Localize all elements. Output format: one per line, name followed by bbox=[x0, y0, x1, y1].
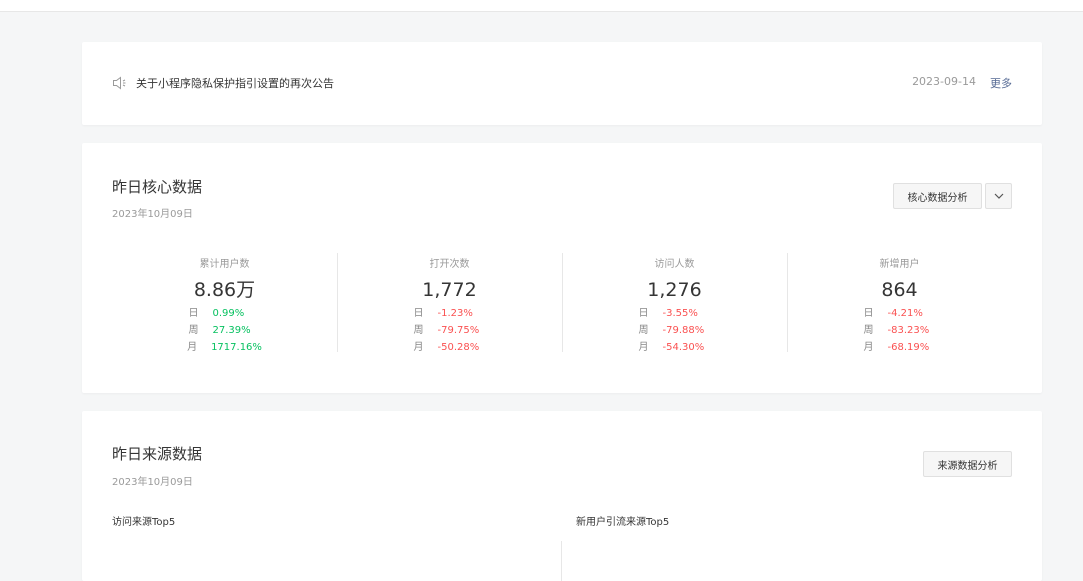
metric-value: 8.86万 bbox=[193, 279, 256, 301]
period-label: 日 bbox=[638, 308, 649, 319]
core-data-dropdown-button[interactable] bbox=[985, 183, 1012, 209]
chevron-down-icon bbox=[994, 193, 1003, 199]
metric-row: 周 -79.88% bbox=[562, 322, 787, 339]
metric-row: 月 -50.28% bbox=[337, 339, 562, 356]
core-data-date: 2023年10月09日 bbox=[112, 209, 193, 220]
top-bar bbox=[0, 0, 1083, 12]
change-value: -79.88% bbox=[662, 325, 705, 336]
metric-new-users[interactable]: 新增用户 864 日 -4.21% 周 -83.23% 月 -68.19% bbox=[787, 253, 1012, 353]
change-value: -4.21% bbox=[887, 308, 923, 319]
change-value: -79.75% bbox=[437, 325, 480, 336]
source-data-date: 2023年10月09日 bbox=[112, 477, 193, 488]
source-data-card: 昨日来源数据 2023年10月09日 来源数据分析 访问来源Top5 新用户引流… bbox=[82, 411, 1042, 581]
metric-label: 访问人数 bbox=[654, 259, 695, 270]
period-label: 日 bbox=[413, 308, 424, 319]
metric-value: 1,772 bbox=[422, 279, 477, 301]
source-data-title: 昨日来源数据 bbox=[112, 445, 203, 463]
metric-row: 月 -68.19% bbox=[787, 339, 1012, 356]
section-divider bbox=[561, 541, 562, 581]
metric-row: 月 1717.16% bbox=[112, 339, 337, 356]
source-data-analysis-button[interactable]: 来源数据分析 bbox=[923, 451, 1012, 477]
metric-row: 日 -3.55% bbox=[562, 305, 787, 322]
notice-text[interactable]: 关于小程序隐私保护指引设置的再次公告 bbox=[136, 75, 334, 91]
period-label: 周 bbox=[638, 325, 649, 336]
metric-value: 864 bbox=[881, 279, 918, 301]
speaker-icon bbox=[113, 76, 126, 90]
core-metrics: 累计用户数 8.86万 日 0.99% 周 27.39% 月 1717.16% 打开次… bbox=[112, 253, 1012, 353]
metric-row: 月 -54.30% bbox=[562, 339, 787, 356]
core-data-card: 昨日核心数据 2023年10月09日 核心数据分析 累计用户数 8.86万 日 0… bbox=[82, 143, 1042, 393]
core-data-title: 昨日核心数据 bbox=[112, 178, 203, 196]
period-label: 日 bbox=[188, 308, 199, 319]
change-value: 1717.16% bbox=[211, 342, 262, 353]
metric-label: 累计用户数 bbox=[199, 259, 250, 270]
period-label: 月 bbox=[413, 342, 424, 353]
metric-row: 日 0.99% bbox=[112, 305, 337, 322]
change-value: -1.23% bbox=[437, 308, 473, 319]
metric-opens[interactable]: 打开次数 1,772 日 -1.23% 周 -79.75% 月 -50.28% bbox=[337, 253, 562, 353]
visit-source-top5-label: 访问来源Top5 bbox=[112, 517, 176, 528]
metric-total-users[interactable]: 累计用户数 8.86万 日 0.99% 周 27.39% 月 1717.16% bbox=[112, 253, 337, 353]
new-user-source-top5-label: 新用户引流来源Top5 bbox=[576, 517, 670, 528]
metric-value: 1,276 bbox=[647, 279, 702, 301]
period-label: 月 bbox=[863, 342, 874, 353]
change-value: -83.23% bbox=[887, 325, 930, 336]
period-label: 日 bbox=[863, 308, 874, 319]
metric-row: 周 27.39% bbox=[112, 322, 337, 339]
metric-row: 日 -4.21% bbox=[787, 305, 1012, 322]
metric-row: 日 -1.23% bbox=[337, 305, 562, 322]
change-value: 0.99% bbox=[212, 308, 245, 319]
period-label: 周 bbox=[413, 325, 424, 336]
period-label: 月 bbox=[638, 342, 649, 353]
notice-card: 关于小程序隐私保护指引设置的再次公告 2023-09-14 更多 bbox=[82, 42, 1042, 125]
period-label: 周 bbox=[863, 325, 874, 336]
metric-row: 周 -79.75% bbox=[337, 322, 562, 339]
change-value: -3.55% bbox=[662, 308, 698, 319]
metric-row: 周 -83.23% bbox=[787, 322, 1012, 339]
period-label: 周 bbox=[188, 325, 199, 336]
change-value: 27.39% bbox=[212, 325, 251, 336]
period-label: 月 bbox=[187, 342, 198, 353]
metric-label: 新增用户 bbox=[879, 259, 920, 270]
more-link[interactable]: 更多 bbox=[990, 75, 1012, 91]
notice-date: 2023-09-14 bbox=[912, 75, 976, 88]
change-value: -54.30% bbox=[662, 342, 705, 353]
change-value: -50.28% bbox=[437, 342, 480, 353]
core-data-analysis-button[interactable]: 核心数据分析 bbox=[893, 183, 982, 209]
change-value: -68.19% bbox=[887, 342, 930, 353]
metric-visitors[interactable]: 访问人数 1,276 日 -3.55% 周 -79.88% 月 -54.30% bbox=[562, 253, 787, 353]
metric-label: 打开次数 bbox=[429, 259, 470, 270]
